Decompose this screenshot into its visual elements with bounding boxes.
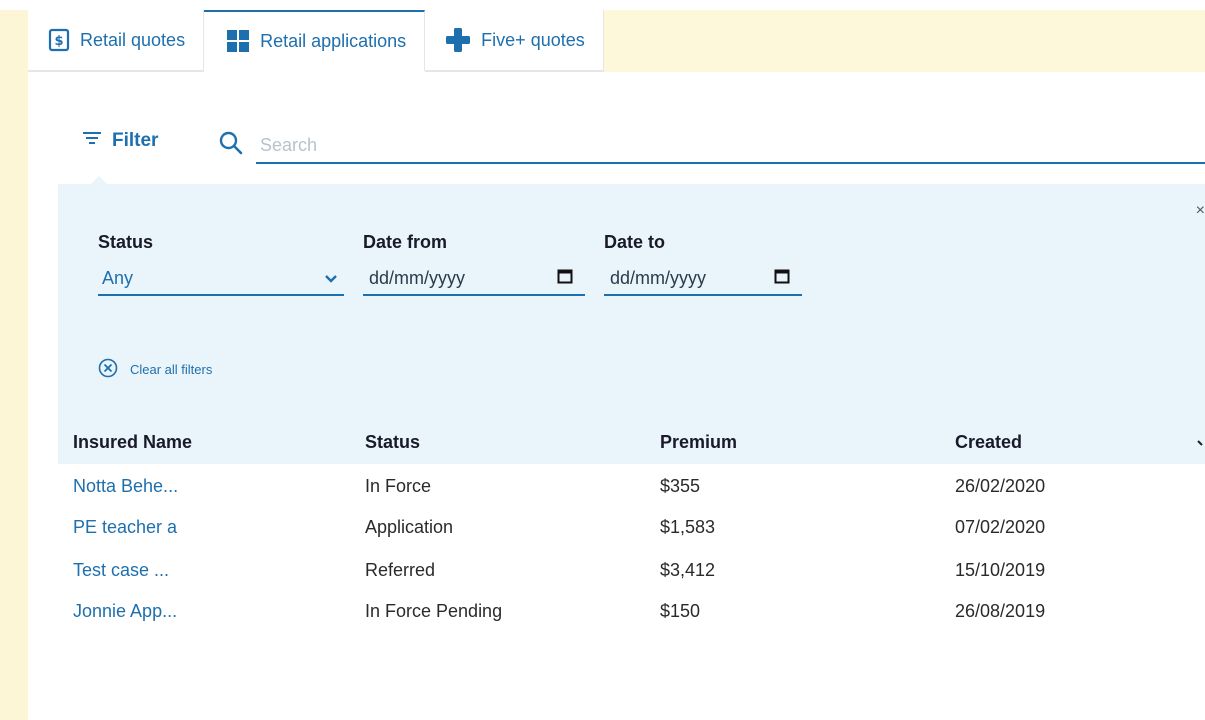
- status-label: Status: [98, 232, 154, 252]
- table-row[interactable]: Test case ... Referred $3,412 15/10/2019: [28, 552, 1205, 594]
- table-row[interactable]: Notta Behe... In Force $355 26/02/2020: [28, 468, 1205, 510]
- status-cell: Application: [365, 517, 454, 537]
- top-band: [0, 0, 1205, 10]
- premium-cell: $3,412: [660, 560, 716, 580]
- clear-circle-icon: [98, 358, 118, 381]
- insured-name-link[interactable]: Test case ...: [73, 560, 169, 581]
- date-from-label: Date from: [363, 232, 448, 252]
- tab-retail-applications[interactable]: Retail applications: [204, 10, 426, 72]
- plus-icon: [445, 27, 471, 53]
- table-row[interactable]: Jonnie App... In Force Pending $150 26/0…: [28, 593, 1205, 635]
- chevron-down-icon: [324, 268, 344, 289]
- date-to-placeholder: dd/mm/yyyy: [610, 267, 707, 288]
- filter-button[interactable]: Filter: [82, 130, 158, 152]
- calendar-icon[interactable]: [557, 268, 585, 289]
- premium-cell: $1,583: [660, 517, 716, 537]
- created-cell: 07/02/2020: [955, 517, 1046, 537]
- tab-bar: $ Retail quotes Retail applications Five…: [28, 10, 1205, 72]
- filter-panel: × Status Any Date from dd/mm/yyyy Date t…: [58, 184, 1205, 464]
- date-from-input[interactable]: dd/mm/yyyy: [363, 262, 585, 296]
- column-header-premium[interactable]: Premium: [660, 432, 737, 453]
- tab-five-plus-quotes[interactable]: Five+ quotes: [425, 10, 604, 72]
- status-cell: In Force: [365, 476, 432, 496]
- clear-filters-button[interactable]: Clear all filters: [98, 358, 212, 381]
- date-to-label: Date to: [604, 232, 666, 252]
- tab-label: Retail applications: [260, 30, 407, 51]
- table-row[interactable]: PE teacher a Application $1,583 07/02/20…: [28, 509, 1205, 551]
- created-cell: 26/08/2019: [955, 601, 1046, 621]
- created-cell: 26/02/2020: [955, 476, 1046, 496]
- filter-lines-icon: [82, 130, 102, 152]
- search-icon: [218, 130, 244, 161]
- insured-name-link[interactable]: Notta Behe...: [73, 476, 178, 497]
- created-cell: 15/10/2019: [955, 560, 1046, 580]
- status-cell: Referred: [365, 560, 436, 580]
- insured-name-link[interactable]: Jonnie App...: [73, 601, 177, 622]
- column-header-created[interactable]: Created: [955, 432, 1022, 453]
- status-select[interactable]: Any: [98, 262, 344, 296]
- filter-label: Filter: [112, 130, 159, 151]
- left-margin: [0, 10, 28, 720]
- calendar-icon[interactable]: [774, 268, 802, 289]
- premium-cell: $150: [660, 601, 701, 621]
- search-input[interactable]: [256, 128, 1205, 164]
- dollar-icon: $: [48, 28, 70, 52]
- insured-name-link[interactable]: PE teacher a: [73, 517, 177, 538]
- tab-retail-quotes[interactable]: $ Retail quotes: [28, 10, 205, 72]
- table-header: [58, 424, 1205, 464]
- svg-text:$: $: [54, 34, 63, 49]
- clear-filters-label: Clear all filters: [130, 362, 213, 377]
- column-header-status[interactable]: Status: [365, 432, 420, 453]
- tab-label: Retail quotes: [80, 29, 186, 50]
- grid-icon: [226, 29, 250, 53]
- chevron-down-icon[interactable]: [1197, 436, 1205, 454]
- column-header-insured-name[interactable]: Insured Name: [73, 432, 192, 453]
- main-content: Filter × Status Any Date from dd/mm/yyyy: [28, 72, 1205, 720]
- status-select-value: Any: [102, 267, 134, 288]
- date-from-placeholder: dd/mm/yyyy: [369, 267, 466, 288]
- filter-bar: Filter: [28, 72, 1205, 184]
- status-cell: In Force Pending: [365, 601, 503, 621]
- premium-cell: $355: [660, 476, 701, 496]
- close-icon[interactable]: ×: [1196, 202, 1205, 220]
- date-to-input[interactable]: dd/mm/yyyy: [604, 262, 802, 296]
- tab-label: Five+ quotes: [481, 29, 585, 50]
